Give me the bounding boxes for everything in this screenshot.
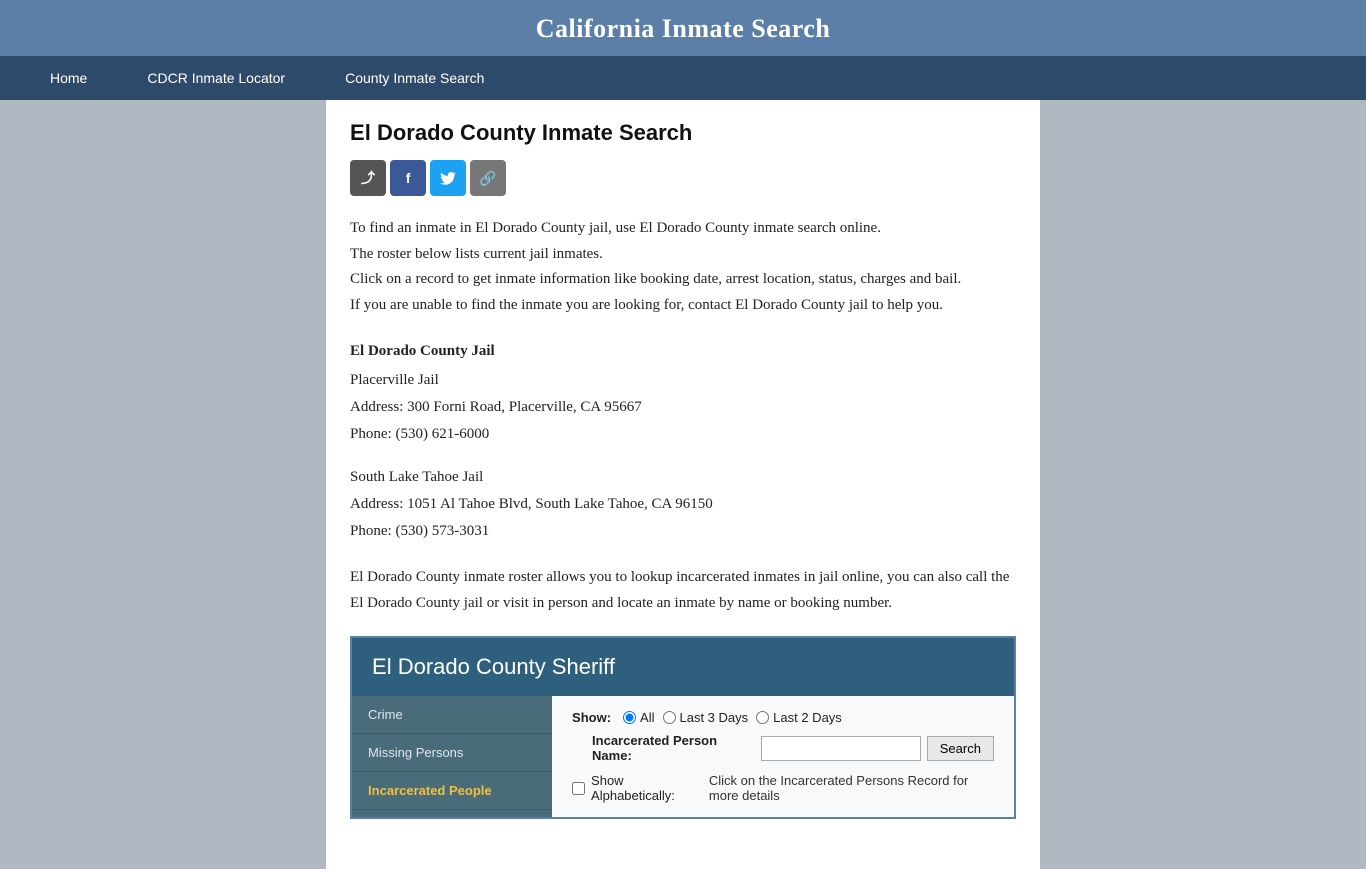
main-content: El Dorado County Inmate Search ⤴ f 🔗 To … — [326, 100, 1040, 869]
sidebar-item-missing[interactable]: Missing Persons — [352, 734, 552, 772]
name-search-input[interactable] — [761, 736, 921, 761]
nav-county[interactable]: County Inmate Search — [315, 56, 514, 100]
sheriff-widget: El Dorado County Sheriff Crime Missing P… — [350, 636, 1016, 819]
desc-line-4: If you are unable to find the inmate you… — [350, 293, 1016, 319]
bottom-description: El Dorado County inmate roster allows yo… — [350, 565, 1016, 616]
desc-line-1: To find an inmate in El Dorado County ja… — [350, 216, 1016, 242]
nav-cdcr[interactable]: CDCR Inmate Locator — [117, 56, 315, 100]
sheriff-body: Crime Missing Persons Incarcerated Peopl… — [352, 696, 1014, 817]
outer-left-sidebar — [0, 100, 116, 869]
desc-line-3: Click on a record to get inmate informat… — [350, 267, 1016, 293]
alpha-description: Click on the Incarcerated Persons Record… — [709, 773, 994, 803]
sheriff-sidebar: Crime Missing Persons Incarcerated Peopl… — [352, 696, 552, 817]
jail-1-phone: Phone: (530) 621-6000 — [350, 421, 1016, 448]
alpha-checkbox[interactable] — [572, 782, 585, 795]
sheriff-title: El Dorado County Sheriff — [372, 654, 615, 679]
jail-2-name: South Lake Tahoe Jail — [350, 464, 1016, 491]
jail-entry-1: Placerville Jail Address: 300 Forni Road… — [350, 367, 1016, 448]
radio-last2[interactable]: Last 2 Days — [756, 710, 842, 725]
main-nav: Home CDCR Inmate Locator County Inmate S… — [0, 56, 1366, 100]
jail-section-title: El Dorado County Jail — [350, 338, 1016, 365]
jail-1-address: Address: 300 Forni Road, Placerville, CA… — [350, 394, 1016, 421]
nav-home[interactable]: Home — [20, 56, 117, 100]
alpha-row: Show Alphabetically: Click on the Incarc… — [572, 773, 994, 803]
radio-last3[interactable]: Last 3 Days — [663, 710, 749, 725]
name-search-group: Incarcerated Person Name: Search — [592, 733, 994, 763]
sidebar-item-crime[interactable]: Crime — [352, 696, 552, 734]
jail-2-address: Address: 1051 Al Tahoe Blvd, South Lake … — [350, 491, 1016, 518]
jail-entry-2: South Lake Tahoe Jail Address: 1051 Al T… — [350, 464, 1016, 545]
page-heading: El Dorado County Inmate Search — [350, 120, 1016, 146]
show-row: Show: All Last 3 Days Las — [572, 710, 994, 763]
jail-2-phone: Phone: (530) 573-3031 — [350, 518, 1016, 545]
twitter-button[interactable] — [430, 160, 466, 196]
site-title: California Inmate Search — [536, 14, 831, 43]
sidebar-item-incarcerated[interactable]: Incarcerated People — [352, 772, 552, 810]
facebook-button[interactable]: f — [390, 160, 426, 196]
show-label: Show: — [572, 710, 611, 725]
jail-info: El Dorado County Jail Placerville Jail A… — [350, 338, 1016, 545]
outer-right-sidebar — [1250, 100, 1366, 869]
desc-line-2: The roster below lists current jail inma… — [350, 242, 1016, 268]
social-buttons: ⤴ f 🔗 — [350, 160, 1016, 196]
radio-all[interactable]: All — [623, 710, 654, 725]
sheriff-header: El Dorado County Sheriff — [352, 638, 1014, 696]
sheriff-main: Show: All Last 3 Days Las — [552, 696, 1014, 817]
share-button[interactable]: ⤴ — [350, 160, 386, 196]
alpha-label: Show Alphabetically: — [591, 773, 693, 803]
name-search-label: Incarcerated Person Name: — [592, 733, 755, 763]
description-block: To find an inmate in El Dorado County ja… — [350, 216, 1016, 318]
site-header: California Inmate Search — [0, 0, 1366, 56]
jail-1-name: Placerville Jail — [350, 367, 1016, 394]
search-button[interactable]: Search — [927, 736, 994, 761]
copy-link-button[interactable]: 🔗 — [470, 160, 506, 196]
bottom-desc-text: El Dorado County inmate roster allows yo… — [350, 565, 1016, 616]
